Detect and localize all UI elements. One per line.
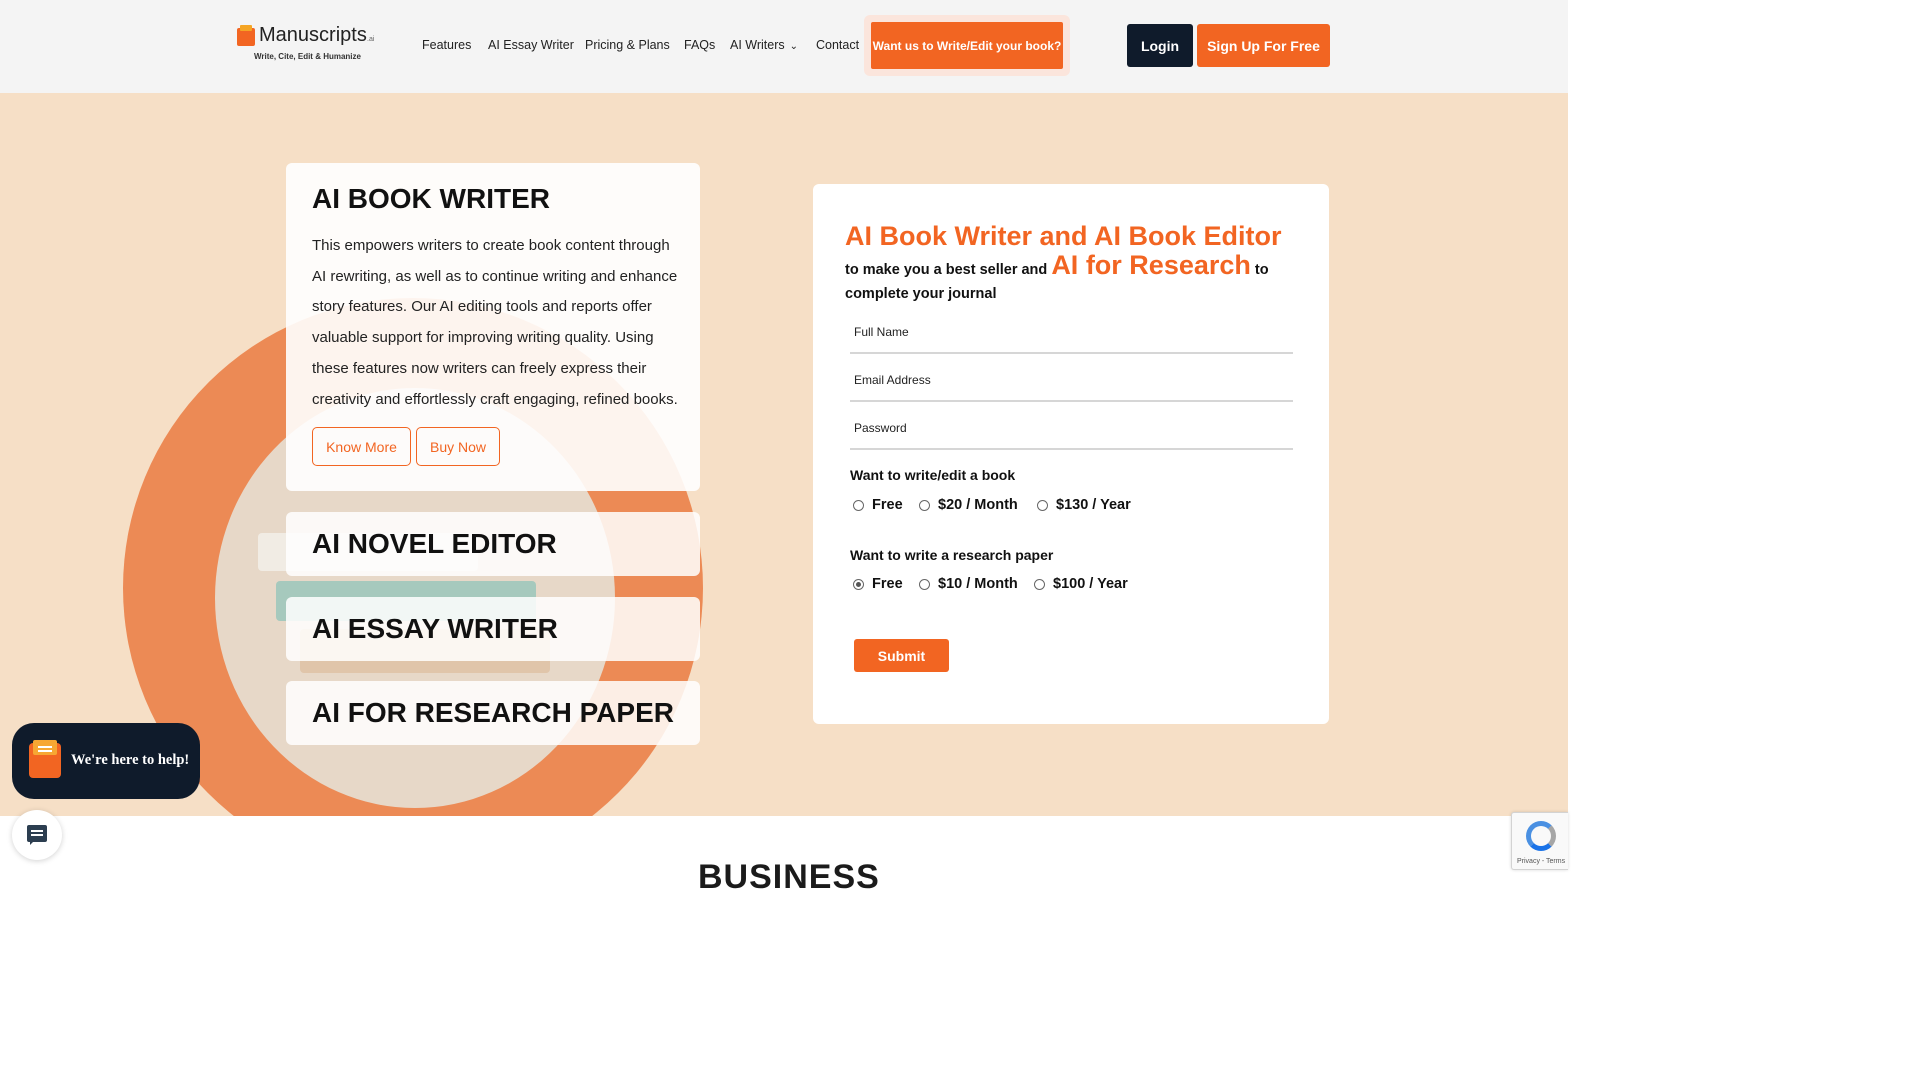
form-heading: AI Book Writer and AI Book Editor to mak… xyxy=(845,221,1285,306)
email-input[interactable] xyxy=(850,362,1293,400)
accordion-item-ai-novel-editor[interactable]: AI NOVEL EDITOR xyxy=(286,512,700,576)
research-plan-free-radio[interactable]: Free xyxy=(853,576,903,592)
help-text: We're here to help! xyxy=(71,752,190,768)
nav-item-features[interactable]: Features xyxy=(422,38,471,52)
book-plan-monthly-radio[interactable]: $20 / Month xyxy=(919,497,1018,513)
signup-form: AI Book Writer and AI Book Editor to mak… xyxy=(813,184,1329,724)
section-heading: BUSINESS xyxy=(698,858,880,896)
recaptcha-badge[interactable]: Privacy - Terms xyxy=(1511,812,1568,870)
nav-item-contact[interactable]: Contact xyxy=(816,38,859,52)
recaptcha-icon xyxy=(1526,821,1556,851)
buy-now-button[interactable]: Buy Now xyxy=(416,427,500,466)
radio-icon xyxy=(919,499,930,511)
email-field[interactable]: Email Address xyxy=(850,362,1293,402)
form-heading-highlight: AI for Research xyxy=(1051,250,1251,280)
password-field[interactable]: Password xyxy=(850,410,1293,450)
nav-item-ai-writers-label: AI Writers xyxy=(730,38,785,52)
research-plan-question: Want to write a research paper xyxy=(850,547,1054,563)
book-plan-yearly-radio[interactable]: $130 / Year xyxy=(1037,497,1131,513)
brand-suffix: .ai xyxy=(367,36,375,43)
radio-label: $20 / Month xyxy=(938,497,1018,513)
help-widget[interactable]: We're here to help! xyxy=(12,723,200,799)
form-heading-highlight: AI Book Writer and AI Book Editor xyxy=(845,221,1282,251)
chevron-down-icon: ⌄ xyxy=(789,41,799,52)
recaptcha-links[interactable]: Privacy - Terms xyxy=(1517,858,1565,865)
nav-item-ai-essay-writer[interactable]: AI Essay Writer xyxy=(488,38,574,52)
accordion-item-ai-essay-writer[interactable]: AI ESSAY WRITER xyxy=(286,597,700,661)
book-plan-free-radio[interactable]: Free xyxy=(853,497,903,513)
signup-button[interactable]: Sign Up For Free xyxy=(1197,24,1330,67)
radio-icon xyxy=(1034,578,1045,590)
research-plan-yearly-radio[interactable]: $100 / Year xyxy=(1034,576,1128,592)
brand-name: Manuscripts xyxy=(259,24,367,46)
nav-item-ai-writers[interactable]: AI Writers ⌄ xyxy=(730,38,798,52)
radio-label: $130 / Year xyxy=(1056,497,1131,513)
submit-button[interactable]: Submit xyxy=(854,639,949,672)
book-plan-question: Want to write/edit a book xyxy=(850,467,1016,483)
help-chat-icon xyxy=(29,740,61,778)
nav-item-pricing[interactable]: Pricing & Plans xyxy=(585,38,670,52)
radio-label: Free xyxy=(872,576,903,592)
login-button[interactable]: Login xyxy=(1127,24,1193,67)
accordion-title: AI NOVEL EDITOR xyxy=(312,528,557,559)
know-more-button[interactable]: Know More xyxy=(312,427,411,466)
research-plan-monthly-radio[interactable]: $10 / Month xyxy=(919,576,1018,592)
radio-label: $100 / Year xyxy=(1053,576,1128,592)
password-input[interactable] xyxy=(850,410,1293,448)
chat-launcher-button[interactable] xyxy=(12,810,62,860)
radio-selected-icon xyxy=(853,578,864,590)
chat-icon xyxy=(27,825,47,845)
nav-item-faqs[interactable]: FAQs xyxy=(684,38,715,52)
full-name-input[interactable] xyxy=(850,314,1293,352)
accordion-description: This empowers writers to create book con… xyxy=(312,237,678,408)
hero-section: AI BOOK WRITER This empowers writers to … xyxy=(0,93,1568,816)
accordion-item-ai-book-writer[interactable]: AI BOOK WRITER This empowers writers to … xyxy=(286,163,700,491)
accordion-title: AI BOOK WRITER xyxy=(312,183,550,214)
brand-tagline: Write, Cite, Edit & Humanize xyxy=(254,52,361,61)
full-name-field[interactable]: Full Name xyxy=(850,314,1293,354)
site-header: Manuscripts .ai Write, Cite, Edit & Huma… xyxy=(0,0,1568,93)
radio-label: Free xyxy=(872,497,903,513)
radio-icon xyxy=(919,578,930,590)
radio-label: $10 / Month xyxy=(938,576,1018,592)
accordion-title: AI ESSAY WRITER xyxy=(312,613,558,644)
radio-icon xyxy=(1037,499,1048,511)
form-heading-text: to make you a best seller and xyxy=(845,262,1052,278)
write-edit-book-button[interactable]: Want us to Write/Edit your book? xyxy=(871,22,1063,69)
accordion-title: AI FOR RESEARCH PAPER xyxy=(312,697,674,728)
accordion-item-ai-research-paper[interactable]: AI FOR RESEARCH PAPER xyxy=(286,681,700,745)
logo-icon xyxy=(237,25,255,46)
radio-icon xyxy=(853,499,864,511)
